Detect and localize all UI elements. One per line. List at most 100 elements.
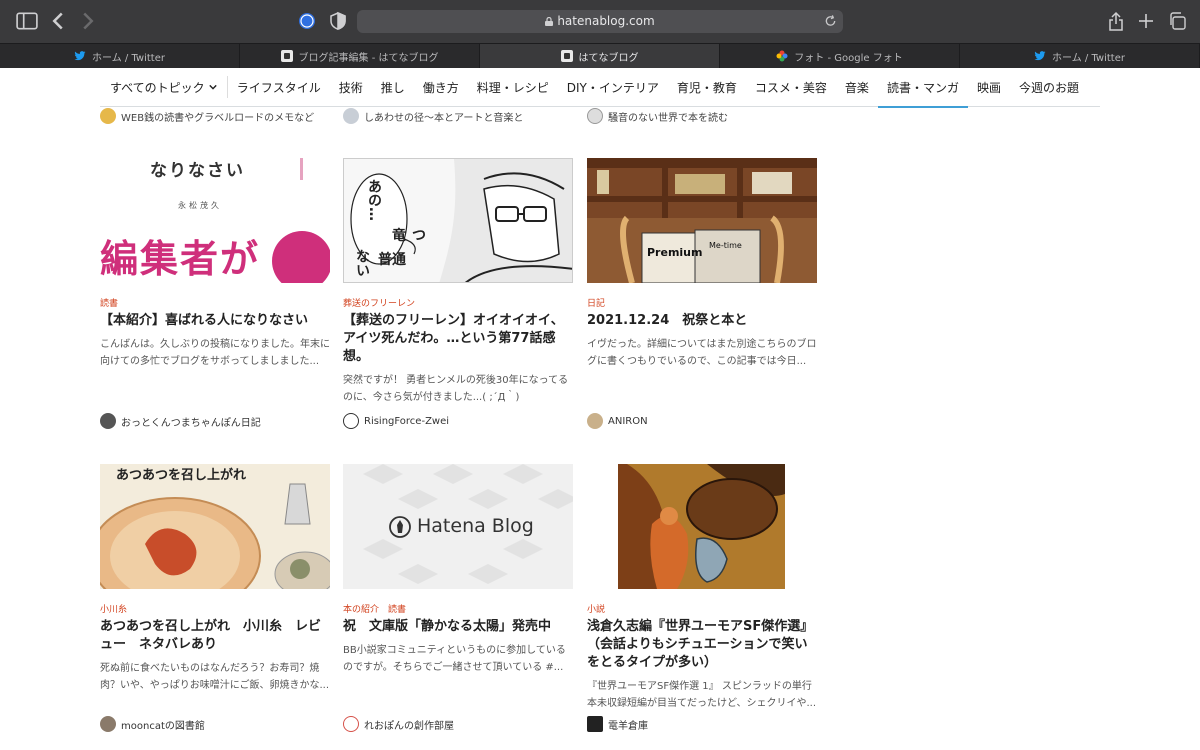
tab-twitter-home[interactable]: ホーム / Twitter	[0, 44, 240, 68]
author-name: RisingForce-Zwei	[364, 415, 450, 427]
article-card[interactable]: Hatena Blog 本の紹介 読書 祝 文庫版「静かなる太陽」発売中 BB小…	[343, 464, 573, 676]
sidebar-toggle-icon[interactable]	[16, 11, 38, 31]
new-tab-icon[interactable]	[1138, 11, 1154, 31]
thumb-text: あつあつを召し上がれ	[116, 468, 247, 483]
author-name: 電羊倉庫	[608, 720, 648, 732]
avatar	[100, 108, 116, 124]
tab-label: ホーム / Twitter	[1052, 52, 1125, 64]
twitter-icon	[1034, 51, 1046, 61]
nav-item-oshi[interactable]: 推し	[372, 68, 414, 107]
nav-item-work[interactable]: 働き方	[414, 68, 468, 107]
nav-item-movies[interactable]: 映画	[968, 68, 1010, 107]
author-name: れおぽんの創作部屋	[364, 720, 454, 732]
article-author[interactable]: れおぽんの創作部屋	[343, 716, 454, 732]
tab-label: フォト - Google フォト	[794, 52, 903, 64]
article-author[interactable]: 電羊倉庫	[587, 716, 648, 732]
article-card[interactable]: なりなさい 永松茂久 編集者が 読書 【本紹介】喜ばれる人になりなさい こんばん…	[100, 158, 330, 370]
article-excerpt: BB小説家コミュニティというものに参加しているのですが。そちらでご一緒させて頂い…	[343, 645, 566, 673]
tab-label: ホーム / Twitter	[92, 52, 165, 64]
address-bar[interactable]: hatenablog.com	[357, 10, 843, 33]
book-cover-illustration	[618, 464, 785, 589]
twitter-icon	[74, 51, 86, 61]
article-excerpt: 突然ですが！ 勇者ヒンメルの死後30年になってるのに、今さら気が付きました...…	[343, 375, 569, 403]
avatar	[343, 108, 359, 124]
tab-twitter-home-2[interactable]: ホーム / Twitter	[960, 44, 1200, 68]
nav-item-cooking[interactable]: 料理・レシピ	[468, 68, 558, 107]
article-title[interactable]: 【葬送のフリーレン】オイオイオイ、アイツ死んだわ。…という第77話感想。	[343, 312, 573, 366]
share-icon[interactable]	[1108, 11, 1124, 31]
avatar	[343, 413, 359, 429]
tab-overview-icon[interactable]	[1168, 11, 1186, 31]
article-title[interactable]: 【本紹介】喜ばれる人になりなさい	[100, 312, 330, 330]
nav-item-beauty[interactable]: コスメ・美容	[746, 68, 836, 107]
thumb-text: なりなさい	[150, 161, 245, 181]
article-card[interactable]: Premium Me-time 日記 2021.12.24 祝祭と本と イヴだっ…	[587, 158, 817, 370]
article-excerpt: 死ぬ前に食べたいものはなんだろう？お寿司？焼肉？いや、やっぱりお味噌汁にご飯、卵…	[100, 663, 330, 691]
top-author-1[interactable]: WEB銭の読書やグラベルロードのメモなど	[100, 108, 314, 124]
article-card[interactable]: 小説 浅倉久志編『世界ユーモアSF傑作選』（会話よりもシチュエーションで笑いをと…	[587, 464, 817, 712]
thumb-text: Hatena Blog	[417, 515, 534, 537]
tab-hatena-blog[interactable]: はてなブログ	[480, 44, 720, 68]
tab-bar: ホーム / Twitter ブログ記事編集 - はてなブログ はてなブログ フォ…	[0, 43, 1200, 68]
avatar	[587, 413, 603, 429]
article-thumbnail[interactable]: あつあつを召し上がれ	[100, 464, 330, 589]
nav-item-parenting[interactable]: 育児・教育	[668, 68, 746, 107]
article-title[interactable]: 2021.12.24 祝祭と本と	[587, 312, 817, 330]
avatar	[587, 716, 603, 732]
nav-item-diy[interactable]: DIY・インテリア	[558, 68, 668, 107]
top-author-2[interactable]: しあわせの径〜本とアートと音楽と	[343, 108, 523, 124]
tab-label: はてなブログ	[578, 52, 639, 64]
article-excerpt: こんばんは。久しぶりの投稿になりました。年末に向けての多忙でブログをサボってしま…	[100, 339, 330, 367]
avatar	[100, 716, 116, 732]
avatar	[587, 108, 603, 124]
article-title[interactable]: 浅倉久志編『世界ユーモアSF傑作選』（会話よりもシチュエーションで笑いをとるタイ…	[587, 618, 817, 672]
article-category[interactable]: 日記	[587, 296, 817, 309]
article-card[interactable]: あの… 竜 つ 普通 ない 葬送のフリーレン 【葬送のフリーレン】オイオイオイ、…	[343, 158, 573, 406]
tab-google-photos[interactable]: フォト - Google フォト	[720, 44, 960, 68]
all-topics-label: すべてのトピック	[110, 80, 205, 95]
article-thumbnail[interactable]: Hatena Blog	[343, 464, 573, 589]
author-name: ANIRON	[608, 415, 648, 427]
nav-item-tech[interactable]: 技術	[330, 68, 372, 107]
address-text: hatenablog.com	[557, 14, 655, 28]
extension-icon[interactable]	[298, 11, 316, 31]
author-name: WEB銭の読書やグラベルロードのメモなど	[121, 112, 315, 124]
avatar	[343, 716, 359, 732]
article-thumbnail[interactable]	[587, 464, 817, 589]
article-thumbnail[interactable]: あの… 竜 つ 普通 ない	[343, 158, 573, 283]
forward-icon[interactable]	[80, 11, 96, 31]
article-card[interactable]: あつあつを召し上がれ 小川糸 あつあつを召し上がれ 小川糸 レビュー ネタバレあ…	[100, 464, 330, 694]
nav-item-weekly-theme[interactable]: 今週のお題	[1010, 68, 1088, 107]
nav-item-lifestyle[interactable]: ライフスタイル	[228, 68, 330, 107]
privacy-shield-icon[interactable]	[330, 11, 346, 31]
article-title[interactable]: 祝 文庫版「静かなる太陽」発売中	[343, 618, 573, 636]
thumb-text: Premium	[647, 246, 703, 259]
thumb-text: 普通	[378, 252, 406, 268]
article-author[interactable]: mooncatの図書館	[100, 716, 205, 732]
tab-blog-edit[interactable]: ブログ記事編集 - はてなブログ	[240, 44, 480, 68]
article-author[interactable]: ANIRON	[587, 413, 648, 429]
all-topics-dropdown[interactable]: すべてのトピック	[100, 76, 228, 98]
article-thumbnail[interactable]: Premium Me-time	[587, 158, 817, 283]
author-name: mooncatの図書館	[121, 720, 205, 732]
tab-label: ブログ記事編集 - はてなブログ	[298, 52, 439, 64]
author-name: おっとくんつまちゃんぽん日記	[121, 417, 261, 429]
article-category[interactable]: 小川糸	[100, 602, 330, 615]
article-author[interactable]: RisingForce-Zwei	[343, 413, 449, 429]
article-category[interactable]: 小説	[587, 602, 817, 615]
avatar	[100, 413, 116, 429]
reload-icon[interactable]	[824, 14, 837, 28]
google-photos-icon	[776, 50, 788, 62]
lock-icon	[545, 17, 554, 26]
article-author[interactable]: おっとくんつまちゃんぽん日記	[100, 413, 261, 429]
article-category[interactable]: 本の紹介 読書	[343, 602, 573, 615]
back-icon[interactable]	[50, 11, 66, 31]
article-title[interactable]: あつあつを召し上がれ 小川糸 レビュー ネタバレあり	[100, 618, 330, 654]
article-thumbnail[interactable]: なりなさい 永松茂久 編集者が	[100, 158, 330, 283]
nav-item-music[interactable]: 音楽	[836, 68, 878, 107]
article-category[interactable]: 葬送のフリーレン	[343, 296, 573, 309]
nav-item-books-manga[interactable]: 読書・マンガ	[877, 68, 968, 108]
article-category[interactable]: 読書	[100, 296, 330, 309]
top-author-3[interactable]: 騒音のない世界で本を読む	[587, 108, 728, 124]
category-nav: すべてのトピック ライフスタイル 技術 推し 働き方 料理・レシピ DIY・イン…	[100, 68, 1100, 108]
